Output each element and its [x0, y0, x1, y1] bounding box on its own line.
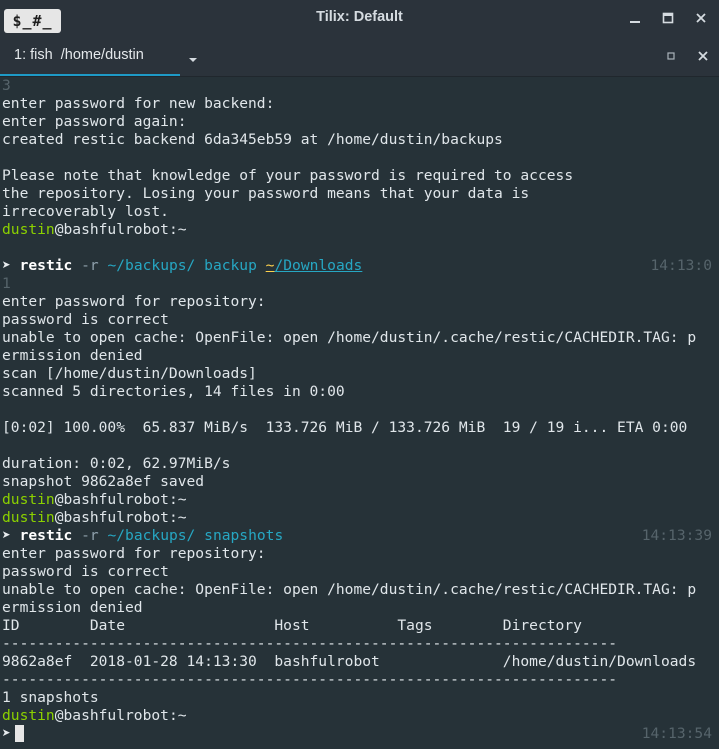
window-title: Tilix: Default — [316, 9, 403, 25]
terminal-line: password is correct — [2, 563, 169, 580]
chevron-down-icon[interactable] — [186, 50, 200, 62]
command-name: restic — [19, 527, 73, 544]
prompt-arrow: ➤ — [2, 725, 11, 742]
shell-prompt: dustin@bashfulrobot:~ — [2, 221, 719, 239]
title-bar: $_#_ Tilix: Default — [0, 0, 719, 36]
terminal-line: the repository. Losing your password mea… — [2, 185, 530, 202]
terminal-line: unable to open cache: OpenFile: open /ho… — [2, 581, 697, 598]
terminal-line: 1 — [2, 275, 11, 292]
close-icon[interactable] — [692, 9, 710, 27]
command-line: ➤ restic -r ~/backups/ backup ~/Download… — [2, 257, 719, 275]
terminal-line: enter password for new backend: — [2, 95, 275, 112]
command-flag: -r — [81, 527, 99, 544]
prompt-arrow: ➤ — [2, 257, 11, 274]
progress-line: [0:02] 100.00% 65.837 MiB/s 133.726 MiB … — [2, 419, 688, 436]
terminal-line: password is correct — [2, 311, 169, 328]
terminal-line: created restic backend 6da345eb59 at /ho… — [2, 131, 503, 148]
text-cursor — [14, 725, 24, 742]
active-prompt[interactable]: ➤ 14:13:54 — [2, 725, 719, 743]
terminal-line: enter password for repository: — [2, 293, 266, 310]
close-tab-icon[interactable] — [694, 47, 712, 65]
shell-prompt: dustin@bashfulrobot:~ — [2, 707, 719, 725]
command-repo: ~/backups/ — [107, 527, 196, 544]
command-line: ➤ restic -r ~/backups/ snapshots 14:13:39 — [2, 527, 719, 545]
terminal-line: scanned 5 directories, 14 files in 0:00 — [2, 383, 345, 400]
prompt-user: dustin — [2, 491, 55, 508]
terminal-line: scan [/home/dustin/Downloads] — [2, 365, 257, 382]
minimize-icon[interactable] — [626, 9, 644, 27]
prompt-host: @bashfulrobot:~ — [54, 707, 187, 724]
prompt-timestamp: 14:13:54 — [641, 725, 712, 742]
prompt-user: dustin — [2, 707, 55, 724]
table-divider: ----------------------------------------… — [2, 635, 618, 652]
tab-label: 1: fish /home/dustin — [14, 47, 144, 63]
command-timestamp: 14:13:39 — [641, 527, 712, 544]
terminal-line: ermission denied — [2, 347, 143, 364]
terminal-line: ermission denied — [2, 599, 143, 616]
terminal-area[interactable]: 3 enter password for new backend: enter … — [0, 77, 719, 749]
prompt-arrow: ➤ — [2, 527, 11, 544]
command-subcommand: snapshots — [204, 527, 284, 544]
terminal-line: 3 — [2, 77, 11, 94]
shell-prompt: dustin@bashfulrobot:~ — [2, 509, 719, 527]
command-subcommand: backup — [204, 257, 257, 274]
command-name: restic — [19, 257, 73, 274]
terminal-line: 1 snapshots — [2, 689, 99, 706]
command-timestamp: 14:13:0 — [650, 257, 712, 274]
terminal-line: irrecoverably lost. — [2, 203, 169, 220]
prompt-host: @bashfulrobot:~ — [54, 509, 187, 526]
terminal-line: snapshot 9862a8ef saved — [2, 473, 205, 490]
tab-session-1[interactable]: 1: fish /home/dustin — [0, 36, 180, 76]
terminal-line: duration: 0:02, 62.97MiB/s — [2, 455, 231, 472]
shell-prompt: dustin@bashfulrobot:~ — [2, 491, 719, 509]
terminal-line: enter password again: — [2, 113, 187, 130]
restore-pane-icon[interactable] — [662, 47, 680, 65]
prompt-user: dustin — [2, 221, 55, 238]
terminal-line: Please note that knowledge of your passw… — [2, 167, 574, 184]
command-flag: -r — [81, 257, 99, 274]
maximize-icon[interactable] — [659, 9, 677, 27]
command-target: /Downloads — [274, 257, 363, 274]
prompt-host: @bashfulrobot:~ — [54, 221, 187, 238]
terminal-output: 3 enter password for new backend: enter … — [2, 77, 719, 743]
prompt-host: @bashfulrobot:~ — [54, 491, 187, 508]
table-header: ID Date Host Tags Directory — [2, 617, 582, 634]
terminal-line: unable to open cache: OpenFile: open /ho… — [2, 329, 697, 346]
table-divider: ----------------------------------------… — [2, 671, 618, 688]
terminal-line: enter password for repository: — [2, 545, 266, 562]
table-row: 9862a8ef 2018-01-28 14:13:30 bashfulrobo… — [2, 653, 697, 670]
tab-bar: 1: fish /home/dustin — [0, 36, 719, 77]
prompt-user: dustin — [2, 509, 55, 526]
command-repo: ~/backups/ — [107, 257, 196, 274]
